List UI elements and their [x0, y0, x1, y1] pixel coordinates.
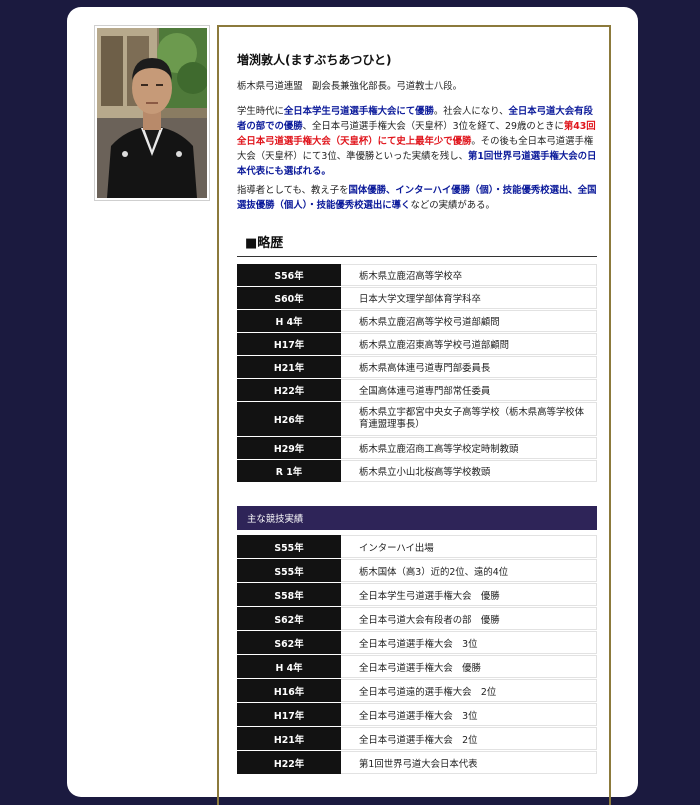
bio-text: 、全日本弓道選手権大会（天皇杯）3位を経て、29歳のときに [302, 121, 564, 132]
table-row: S55年 栃木国体（高3）近的2位、遠的4位 [237, 559, 597, 582]
profile-content: 増渕敦人(ますぶちあつひと) 栃木県弓道連盟 副会長兼強化部長。弓道教士八段。 … [217, 25, 611, 805]
table-row: H16年 全日本弓道遠的選手権大会 2位 [237, 679, 597, 702]
results-table: S55年 インターハイ出場 S55年 栃木国体（高3）近的2位、遠的4位 S58年全… [237, 534, 597, 775]
bio-highlight: 全日本学生弓道選手権大会にて優勝 [283, 106, 434, 117]
year-cell: S55年 [237, 559, 341, 582]
year-cell: H21年 [237, 727, 341, 750]
table-row: H21年 全日本弓道選手権大会 2位 [237, 727, 597, 750]
table-row: H22年 全国高体連弓道専門部常任委員 [237, 379, 597, 401]
year-cell: H16年 [237, 679, 341, 702]
table-row: R 1年 栃木県立小山北桜高等学校教頭 [237, 460, 597, 482]
text-cell: 栃木国体（高3）近的2位、遠的4位 [341, 559, 597, 582]
results-heading: 主な競技実績 [237, 506, 597, 530]
table-row: S58年 全日本学生弓道選手権大会 優勝 [237, 583, 597, 606]
text-cell: 栃木県高体連弓道専門部委員長 [341, 356, 597, 378]
table-row: H17年 栃木県立鹿沼東高等学校弓道部顧問 [237, 333, 597, 355]
year-cell: S62年 [237, 631, 341, 654]
year-cell: S62年 [237, 607, 341, 630]
year-cell: S58年 [237, 583, 341, 606]
text-cell: 日本大学文理学部体育学科卒 [341, 287, 597, 309]
career-heading: ■略歴 [237, 230, 597, 257]
text-cell: 栃木県立小山北桜高等学校教頭 [341, 460, 597, 482]
bio-text: 学生時代に [237, 106, 284, 117]
biography-paragraph: 学生時代に全日本学生弓道選手権大会にて優勝。社会人になり、全日本弓道大会有段者の… [237, 104, 597, 179]
year-cell: H22年 [237, 379, 341, 401]
text-cell: 全日本弓道大会有段者の部 優勝 [341, 607, 597, 630]
year-cell: H22年 [237, 751, 341, 774]
year-cell: H 4年 [237, 655, 341, 678]
table-row: S56年 栃木県立鹿沼高等学校卒 [237, 264, 597, 286]
text-cell: 全日本弓道選手権大会 優勝 [341, 655, 597, 678]
text-cell: 全日本学生弓道選手権大会 優勝 [341, 583, 597, 606]
table-row: H17年 全日本弓道選手権大会 3位 [237, 703, 597, 726]
year-cell: H 4年 [237, 310, 341, 332]
text-cell: 全日本弓道選手権大会 3位 [341, 631, 597, 654]
table-row: S55年 インターハイ出場 [237, 535, 597, 558]
coach-text: 指導者としても、教え子を [237, 185, 349, 196]
year-cell: S56年 [237, 264, 341, 286]
year-cell: S60年 [237, 287, 341, 309]
portrait-image [97, 28, 207, 198]
text-cell: 全日本弓道選手権大会 3位 [341, 703, 597, 726]
text-cell: 栃木県立鹿沼東高等学校弓道部顧問 [341, 333, 597, 355]
table-row: H21年 栃木県高体連弓道専門部委員長 [237, 356, 597, 378]
person-title: 栃木県弓道連盟 副会長兼強化部長。弓道教士八段。 [237, 81, 463, 92]
text-cell: 栃木県立鹿沼商工高等学校定時制教頭 [341, 437, 597, 459]
profile-photo [94, 25, 210, 201]
table-row: H26年 栃木県立宇都宮中央女子高等学校（栃木県高等学校体育連盟理事長） [237, 402, 597, 436]
career-table: S56年 栃木県立鹿沼高等学校卒 S60年 日本大学文理学部体育学科卒 H 4年 栃木… [237, 263, 597, 483]
table-row: H 4年 全日本弓道選手権大会 優勝 [237, 655, 597, 678]
text-cell: 全日本弓道遠的選手権大会 2位 [341, 679, 597, 702]
table-row: H 4年 栃木県立鹿沼高等学校弓道部顧問 [237, 310, 597, 332]
text-cell: 第1回世界弓道大会日本代表 [341, 751, 597, 774]
table-row: S60年 日本大学文理学部体育学科卒 [237, 287, 597, 309]
year-cell: H29年 [237, 437, 341, 459]
year-cell: H17年 [237, 703, 341, 726]
person-name: 増渕敦人(ますぶちあつひと) [237, 53, 392, 67]
text-cell: 栃木県立鹿沼高等学校弓道部顧問 [341, 310, 597, 332]
coaching-paragraph: 指導者としても、教え子を国体優勝、インターハイ優勝（個）・技能優秀校選出、全国選… [237, 183, 597, 213]
text-cell: 全日本弓道選手権大会 2位 [341, 727, 597, 750]
career-heading-label: ■略歴 [245, 236, 284, 251]
table-row: S62年 全日本弓道選手権大会 3位 [237, 631, 597, 654]
table-row: H29年 栃木県立鹿沼商工高等学校定時制教頭 [237, 437, 597, 459]
text-cell: 全国高体連弓道専門部常任委員 [341, 379, 597, 401]
results-heading-label: 主な競技実績 [247, 514, 304, 525]
year-cell: H26年 [237, 402, 341, 436]
bio-text: 。社会人になり、 [433, 106, 509, 117]
profile-panel: 増渕敦人(ますぶちあつひと) 栃木県弓道連盟 副会長兼強化部長。弓道教士八段。 … [67, 7, 638, 805]
text-cell: インターハイ出場 [341, 535, 597, 558]
table-row: S62年 全日本弓道大会有段者の部 優勝 [237, 607, 597, 630]
table-row: H22年 第1回世界弓道大会日本代表 [237, 751, 597, 774]
text-cell: 栃木県立宇都宮中央女子高等学校（栃木県高等学校体育連盟理事長） [341, 402, 597, 436]
year-cell: H17年 [237, 333, 341, 355]
year-cell: H21年 [237, 356, 341, 378]
year-cell: R 1年 [237, 460, 341, 482]
coach-text: などの実績がある。 [410, 200, 495, 211]
text-cell: 栃木県立鹿沼高等学校卒 [341, 264, 597, 286]
year-cell: S55年 [237, 535, 341, 558]
